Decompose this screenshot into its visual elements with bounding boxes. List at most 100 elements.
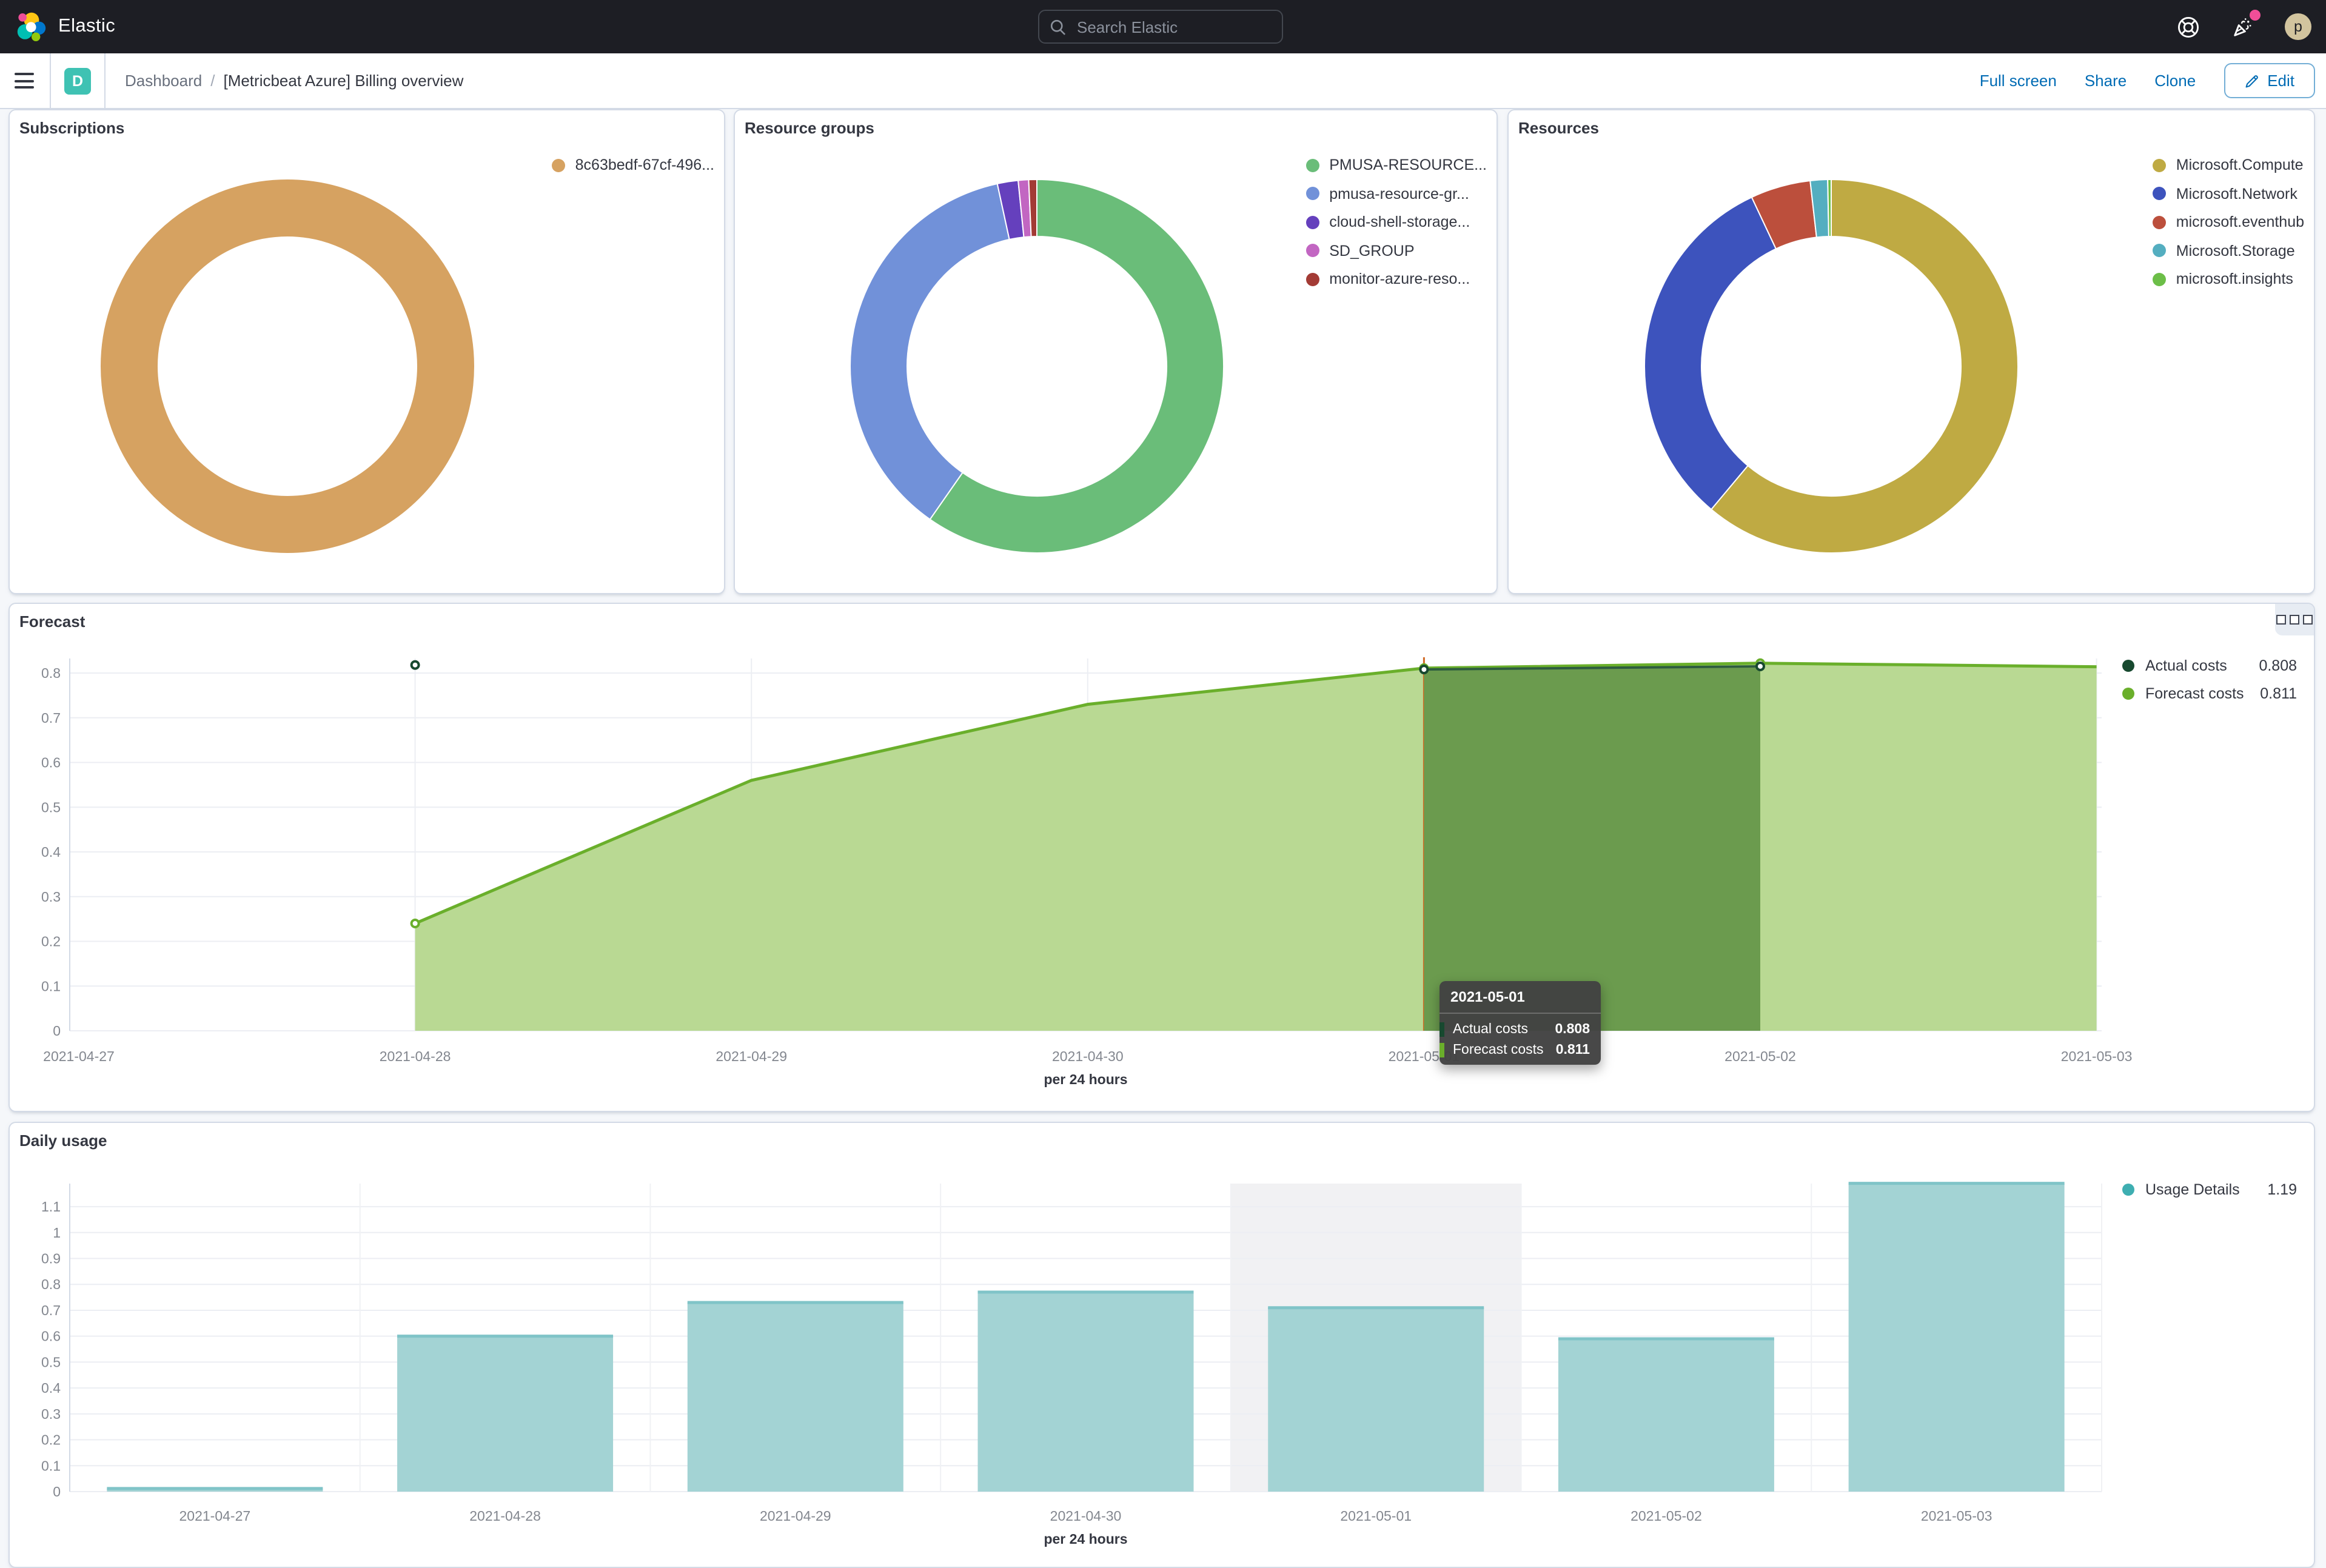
panel-title: Forecast bbox=[19, 612, 85, 631]
newsfeed-icon[interactable] bbox=[2230, 15, 2254, 39]
svg-text:0.5: 0.5 bbox=[41, 799, 61, 815]
svg-text:0.8: 0.8 bbox=[41, 1276, 61, 1292]
svg-text:0.7: 0.7 bbox=[41, 1302, 61, 1318]
full-screen-button[interactable]: Full screen bbox=[1980, 72, 2057, 90]
svg-text:2021-04-28: 2021-04-28 bbox=[469, 1508, 541, 1524]
legend-item[interactable]: pmusa-resource-gr... bbox=[1306, 185, 1487, 202]
legend-color-dot bbox=[2122, 688, 2134, 700]
search-icon bbox=[1050, 19, 1066, 35]
legend-color-dot bbox=[2122, 660, 2134, 672]
dashboard-app-badge[interactable]: D bbox=[64, 67, 91, 94]
svg-text:2021-04-28: 2021-04-28 bbox=[380, 1048, 451, 1064]
share-button[interactable]: Share bbox=[2085, 72, 2127, 90]
svg-text:0.3: 0.3 bbox=[41, 1406, 61, 1422]
svg-text:0: 0 bbox=[53, 1484, 61, 1499]
legend-value: 0.808 bbox=[2259, 657, 2297, 674]
panel-options-icon[interactable] bbox=[2275, 604, 2314, 635]
legend-item[interactable]: PMUSA-RESOURCE... bbox=[1306, 156, 1487, 173]
tooltip-row: Actual costs 0.808 bbox=[1440, 1019, 1601, 1039]
svg-text:0.6: 0.6 bbox=[41, 755, 61, 771]
legend-color-dot bbox=[2122, 1184, 2134, 1196]
svg-text:0.8: 0.8 bbox=[41, 665, 61, 681]
daily-usage-bar-chart[interactable]: 2021-04-272021-04-282021-04-292021-04-30… bbox=[10, 1123, 2314, 1567]
svg-text:2021-04-30: 2021-04-30 bbox=[1052, 1048, 1124, 1064]
legend-color-dot bbox=[1306, 215, 1319, 229]
dashboard-page: Elastic bbox=[0, 0, 2326, 1549]
chart-legend: Actual costs0.808 Forecast costs0.811 bbox=[2122, 657, 2297, 702]
panel-subscriptions: Subscriptions 8c63bedf-67cf-496... bbox=[8, 109, 725, 594]
legend-item[interactable]: SD_GROUP bbox=[1306, 242, 1487, 259]
legend-color-dot bbox=[2153, 272, 2167, 286]
svg-text:0.4: 0.4 bbox=[41, 1380, 61, 1396]
resource-groups-donut-chart[interactable] bbox=[843, 172, 1231, 560]
legend-label: cloud-shell-storage... bbox=[1329, 213, 1470, 230]
svg-text:1.1: 1.1 bbox=[41, 1199, 61, 1215]
svg-text:0.2: 0.2 bbox=[41, 934, 61, 950]
legend-color-dot bbox=[1306, 187, 1319, 200]
svg-text:0: 0 bbox=[53, 1023, 61, 1039]
legend-item[interactable]: Microsoft.Compute bbox=[2153, 156, 2304, 173]
legend-item[interactable]: Actual costs0.808 bbox=[2122, 657, 2297, 674]
legend-label: 8c63bedf-67cf-496... bbox=[575, 156, 714, 173]
legend-item[interactable]: cloud-shell-storage... bbox=[1306, 213, 1487, 230]
header-actions: p bbox=[2176, 0, 2311, 53]
legend-label: Usage Details bbox=[2145, 1181, 2260, 1198]
svg-text:0.5: 0.5 bbox=[41, 1354, 61, 1370]
chart-tooltip: 2021-05-01 Actual costs 0.808 Forecast c… bbox=[1440, 981, 1601, 1065]
breadcrumb-dashboard[interactable]: Dashboard bbox=[125, 72, 202, 90]
global-search[interactable] bbox=[1038, 10, 1283, 44]
elastic-logo-icon[interactable] bbox=[16, 11, 47, 42]
page-title: [Metricbeat Azure] Billing overview bbox=[223, 72, 463, 90]
clone-button[interactable]: Clone bbox=[2154, 72, 2196, 90]
legend-label: Microsoft.Compute bbox=[2176, 156, 2304, 173]
help-icon[interactable] bbox=[2176, 15, 2200, 39]
svg-text:2021-04-29: 2021-04-29 bbox=[716, 1048, 787, 1064]
panel-resource-groups: Resource groups PMUSA-RESOURCE...pmusa-r… bbox=[734, 109, 1498, 594]
legend-color-dot bbox=[2153, 215, 2167, 229]
pencil-icon bbox=[2244, 73, 2259, 88]
legend-item[interactable]: Microsoft.Network bbox=[2153, 185, 2304, 202]
legend-item[interactable]: Forecast costs0.811 bbox=[2122, 685, 2297, 702]
toolbar-actions: Full screen Share Clone Edit bbox=[1980, 63, 2315, 98]
legend-label: SD_GROUP bbox=[1329, 242, 1414, 259]
breadcrumb-separator: / bbox=[210, 72, 215, 90]
panel-resources: Resources Microsoft.Compute Microsoft.Net… bbox=[1507, 109, 2315, 594]
avatar[interactable]: p bbox=[2285, 13, 2311, 40]
forecast-area-chart[interactable]: 2021-04-272021-04-282021-04-292021-04-30… bbox=[10, 604, 2314, 1111]
legend-color-dot bbox=[2153, 187, 2167, 200]
svg-text:0.6: 0.6 bbox=[41, 1328, 61, 1344]
panel-title: Resources bbox=[1518, 119, 1599, 137]
legend-color-dot bbox=[2153, 158, 2167, 172]
legend-item[interactable]: monitor-azure-reso... bbox=[1306, 270, 1487, 287]
legend-item[interactable]: microsoft.eventhub bbox=[2153, 213, 2304, 230]
toolbar-divider bbox=[104, 53, 106, 108]
menu-icon[interactable] bbox=[15, 53, 50, 108]
tooltip-title: 2021-05-01 bbox=[1440, 981, 1601, 1014]
subscriptions-donut-chart[interactable] bbox=[93, 172, 481, 560]
svg-text:0.1: 0.1 bbox=[41, 978, 61, 994]
legend-item[interactable]: microsoft.insights bbox=[2153, 270, 2304, 287]
chart-legend: PMUSA-RESOURCE... pmusa-resource-gr... clo… bbox=[1306, 156, 1487, 287]
legend-item[interactable]: Microsoft.Storage bbox=[2153, 242, 2304, 259]
legend-color-dot bbox=[1306, 272, 1319, 286]
edit-button[interactable]: Edit bbox=[2224, 63, 2315, 98]
svg-text:0.1: 0.1 bbox=[41, 1458, 61, 1473]
dashboard-toolbar: D Dashboard / [Metricbeat Azure] Billing… bbox=[0, 53, 2326, 109]
legend-item[interactable]: 8c63bedf-67cf-496... bbox=[552, 156, 714, 173]
legend-label: Microsoft.Storage bbox=[2176, 242, 2295, 259]
legend-label: microsoft.insights bbox=[2176, 270, 2293, 287]
search-input[interactable] bbox=[1074, 16, 1261, 37]
chart-legend: 8c63bedf-67cf-496... bbox=[552, 156, 714, 173]
legend-color-dot bbox=[1306, 158, 1319, 172]
chart-legend: Usage Details1.19 bbox=[2122, 1181, 2297, 1198]
svg-text:0.4: 0.4 bbox=[41, 844, 61, 860]
panel-forecast: Forecast 2021-04-272021-04-282021-04-292… bbox=[8, 603, 2315, 1112]
legend-label: Microsoft.Network bbox=[2176, 185, 2298, 202]
brand-title: Elastic bbox=[58, 16, 115, 38]
notification-badge bbox=[2250, 10, 2261, 21]
svg-text:0.2: 0.2 bbox=[41, 1432, 61, 1448]
legend-label: pmusa-resource-gr... bbox=[1329, 185, 1469, 202]
resources-donut-chart[interactable] bbox=[1637, 172, 2025, 560]
chart-legend: Microsoft.Compute Microsoft.Network micros… bbox=[2153, 156, 2304, 287]
legend-item[interactable]: Usage Details1.19 bbox=[2122, 1181, 2297, 1198]
